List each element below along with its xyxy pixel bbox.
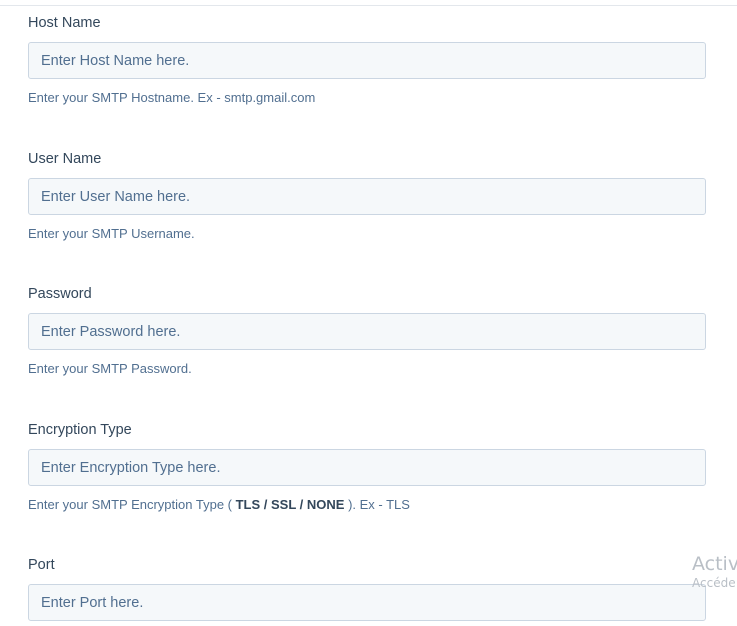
password-help: Enter your SMTP Password. xyxy=(28,361,192,376)
top-divider xyxy=(0,5,737,6)
user-name-input[interactable] xyxy=(28,178,706,215)
password-input[interactable] xyxy=(28,313,706,350)
password-field: Password Enter your SMTP Password. xyxy=(28,285,706,376)
host-name-field: Host Name Enter your SMTP Hostname. Ex -… xyxy=(28,14,706,105)
windows-activation-watermark: Activ Accéde xyxy=(692,553,737,590)
encryption-help-prefix: Enter your SMTP Encryption Type ( xyxy=(28,497,236,512)
port-field: Port xyxy=(28,556,706,621)
user-name-field: User Name Enter your SMTP Username. xyxy=(28,150,706,241)
host-name-label: Host Name xyxy=(28,15,101,31)
user-name-label: User Name xyxy=(28,151,102,167)
user-name-help: Enter your SMTP Username. xyxy=(28,226,195,241)
host-name-input[interactable] xyxy=(28,42,706,79)
watermark-line-1: Activ xyxy=(692,553,737,575)
host-name-help: Enter your SMTP Hostname. Ex - smtp.gmai… xyxy=(28,90,316,105)
encryption-type-field: Encryption Type Enter your SMTP Encrypti… xyxy=(28,421,706,512)
encryption-type-input[interactable] xyxy=(28,449,706,486)
port-label: Port xyxy=(28,557,55,573)
encryption-help-suffix: ). Ex - TLS xyxy=(344,497,410,512)
encryption-type-help: Enter your SMTP Encryption Type ( TLS / … xyxy=(28,497,410,513)
encryption-help-options: TLS / SSL / NONE xyxy=(235,497,345,512)
watermark-line-2: Accéde xyxy=(692,576,736,590)
encryption-type-label: Encryption Type xyxy=(28,422,132,438)
port-input[interactable] xyxy=(28,584,706,621)
password-label: Password xyxy=(28,286,92,302)
